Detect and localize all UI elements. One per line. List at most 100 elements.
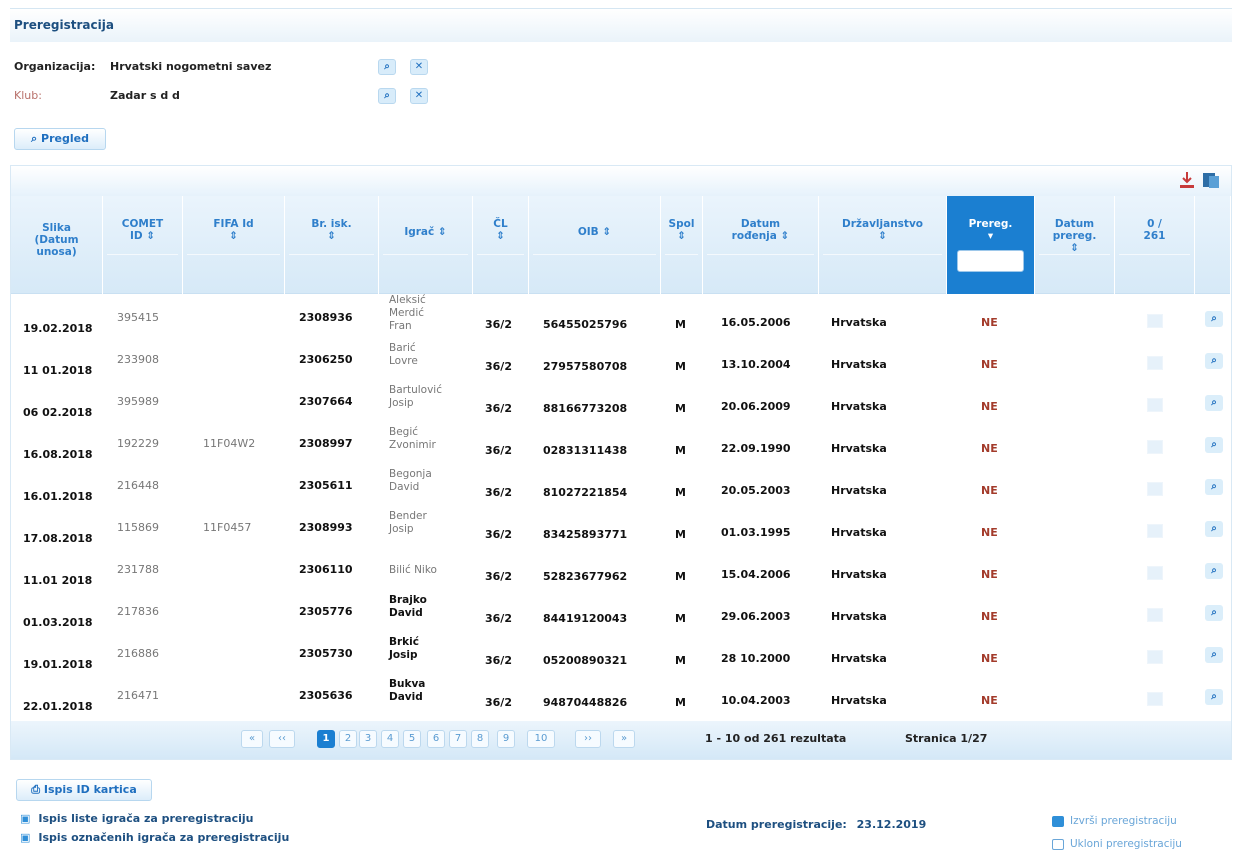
table-row[interactable]: 11 01.2018 233908 2306250 Barić Lovre 36/2 279…: [11, 342, 1231, 383]
cell-br-isk: 2305636: [285, 678, 379, 719]
pregled-label: Pregled: [41, 132, 89, 145]
row-view-icon[interactable]: ⌕: [1205, 479, 1223, 495]
cell-igrac: Begić Zvonimir: [379, 426, 473, 467]
column-header-datum-rodenja[interactable]: Datum rođenja ⇕: [703, 196, 819, 294]
column-header-selected-count[interactable]: 0 /261: [1115, 196, 1195, 294]
row-view-icon[interactable]: ⌕: [1205, 395, 1223, 411]
export-excel-icon[interactable]: [1201, 170, 1221, 190]
cell-cl: 36/2: [473, 594, 529, 635]
cell-drzavljanstvo: Hrvatska: [819, 468, 947, 509]
ispis-liste-link[interactable]: ▣ Ispis liste igrača za preregistraciju: [20, 812, 253, 825]
row-view-icon[interactable]: ⌕: [1205, 437, 1223, 453]
next-page-button[interactable]: ››: [575, 730, 601, 748]
izvrsi-preregistraciju-link[interactable]: Izvrši preregistraciju: [1052, 815, 1177, 827]
organizacija-search-icon[interactable]: ⌕: [378, 59, 396, 75]
column-header-slika: Slika (Datum unosa): [11, 196, 103, 294]
photo-thumbnail: [1147, 524, 1163, 538]
column-filter-br-isk[interactable]: [289, 254, 374, 290]
page-button-6[interactable]: 6: [427, 730, 445, 748]
column-header-cl[interactable]: ČL ⇕: [473, 196, 529, 294]
row-view-icon[interactable]: ⌕: [1205, 647, 1223, 663]
ispis-oznacenih-link[interactable]: ▣ Ispis označenih igrača za preregistraci…: [20, 831, 289, 844]
column-filter-drzavljanstvo[interactable]: [823, 254, 942, 290]
datum-rodenja-value: 28 10.2000: [721, 652, 791, 665]
datum-rodenja-value: 13.10.2004: [721, 358, 791, 371]
table-row[interactable]: 16.01.2018 216448 2305611 Begonja David 36/2 8…: [11, 468, 1231, 509]
column-filter-oib[interactable]: [533, 254, 656, 290]
ukloni-preregistraciju-link[interactable]: Ukloni preregistraciju: [1052, 838, 1182, 850]
row-view-icon[interactable]: ⌕: [1205, 689, 1223, 705]
table-row[interactable]: 16.08.2018 192229 11F04W2 2308997 Begić Zvoni…: [11, 426, 1231, 467]
column-filter-fifa-id[interactable]: [187, 254, 280, 290]
export-pdf-icon[interactable]: [1177, 170, 1197, 190]
drzavljanstvo-value: Hrvatska: [831, 568, 887, 581]
pregled-button[interactable]: ⌕ Pregled: [14, 128, 106, 150]
row-view-icon[interactable]: ⌕: [1205, 605, 1223, 621]
row-view-icon[interactable]: ⌕: [1205, 521, 1223, 537]
oib-value: 52823677962: [543, 570, 628, 583]
page-button-5[interactable]: 5: [403, 730, 421, 748]
br-isk-value: 2305611: [299, 479, 353, 492]
row-view-icon[interactable]: ⌕: [1205, 563, 1223, 579]
page-button-9[interactable]: 9: [497, 730, 515, 748]
column-filter-selected-count[interactable]: [1119, 254, 1190, 290]
column-header-label: FIFA Id: [213, 218, 254, 230]
cell-cl: 36/2: [473, 426, 529, 467]
page-button-2[interactable]: 2: [339, 730, 357, 748]
oib-value: 84419120043: [543, 612, 628, 625]
drzavljanstvo-value: Hrvatska: [831, 442, 887, 455]
table-row[interactable]: 01.03.2018 217836 2305776 Brajko David 36/2 84…: [11, 594, 1231, 635]
column-header-spol[interactable]: Spol ⇕: [661, 196, 703, 294]
column-filter-spol[interactable]: [665, 254, 698, 290]
last-page-button[interactable]: »: [613, 730, 635, 748]
column-header-comet-id[interactable]: COMET ID ⇕: [103, 196, 183, 294]
page-button-4[interactable]: 4: [381, 730, 399, 748]
column-header-igrac[interactable]: Igrač ⇕: [379, 196, 473, 294]
column-filter-prereg[interactable]: [957, 250, 1024, 272]
player-name-line: Merdić: [389, 307, 425, 319]
cell-datum-rodenja: 16.05.2006: [703, 300, 819, 341]
organizacija-clear-icon[interactable]: ✕: [410, 59, 428, 75]
table-row[interactable]: 11.01 2018 231788 2306110 Bilić Niko 36/2 528…: [11, 552, 1231, 593]
row-view-icon[interactable]: ⌕: [1205, 353, 1223, 369]
page-button-7[interactable]: 7: [449, 730, 467, 748]
klub-clear-icon[interactable]: ✕: [410, 88, 428, 104]
prereg-value: NE: [981, 400, 998, 413]
ispis-id-kartica-button[interactable]: ⎙ Ispis ID kartica: [16, 779, 152, 801]
page-button-1[interactable]: 1: [317, 730, 335, 748]
table-row[interactable]: 06 02.2018 395989 2307664 Bartulović Josip 36…: [11, 384, 1231, 425]
page-button-10[interactable]: 10: [527, 730, 555, 748]
table-row[interactable]: 17.08.2018 115869 11F0457 2308993 Bender Josi…: [11, 510, 1231, 551]
column-header-oib[interactable]: OIB ⇕: [529, 196, 661, 294]
column-filter-cl[interactable]: [477, 254, 524, 290]
column-header-text: Datum prereg. ⇕: [1035, 218, 1114, 254]
column-header-drzavljanstvo[interactable]: Državljanstvo ⇕: [819, 196, 947, 294]
row-view-icon[interactable]: ⌕: [1205, 311, 1223, 327]
cell-br-isk: 2307664: [285, 384, 379, 425]
datum-rodenja-value: 20.05.2003: [721, 484, 791, 497]
column-header-br-isk[interactable]: Br. isk. ⇕: [285, 196, 379, 294]
column-filter-igrac[interactable]: [383, 254, 468, 290]
cell-oib: 27957580708: [529, 342, 661, 383]
player-name-line: Josip: [389, 397, 414, 409]
table-row[interactable]: 22.01.2018 216471 2305636 Bukva David 36/2 948…: [11, 678, 1231, 719]
column-header-fifa-id[interactable]: FIFA Id ⇕: [183, 196, 285, 294]
column-filter-datum-rodenja[interactable]: [707, 254, 814, 290]
klub-search-icon[interactable]: ⌕: [378, 88, 396, 104]
column-header-text: ČL ⇕: [473, 218, 528, 242]
page-button-3[interactable]: 3: [359, 730, 377, 748]
cell-comet-id: 216471: [103, 678, 183, 719]
cell-oib: 84419120043: [529, 594, 661, 635]
column-header-label: Igrač ⇕: [404, 226, 447, 238]
datum-rodenja-value: 16.05.2006: [721, 316, 791, 329]
column-filter-datum-prereg[interactable]: [1039, 254, 1110, 290]
first-page-button[interactable]: «: [241, 730, 263, 748]
column-header-prereg[interactable]: Prereg. ▾: [947, 196, 1035, 294]
table-row[interactable]: 19.01.2018 216886 2305730 Brkić Josip 36/2 052…: [11, 636, 1231, 677]
prev-page-button[interactable]: ‹‹: [269, 730, 295, 748]
cell-igrac: Bukva David: [379, 678, 473, 719]
column-header-datum-prereg[interactable]: Datum prereg. ⇕: [1035, 196, 1115, 294]
table-row[interactable]: 19.02.2018 395415 2308936 Aleksić Merdić Fran…: [11, 294, 1231, 341]
column-filter-comet-id[interactable]: [107, 254, 178, 290]
page-button-8[interactable]: 8: [471, 730, 489, 748]
